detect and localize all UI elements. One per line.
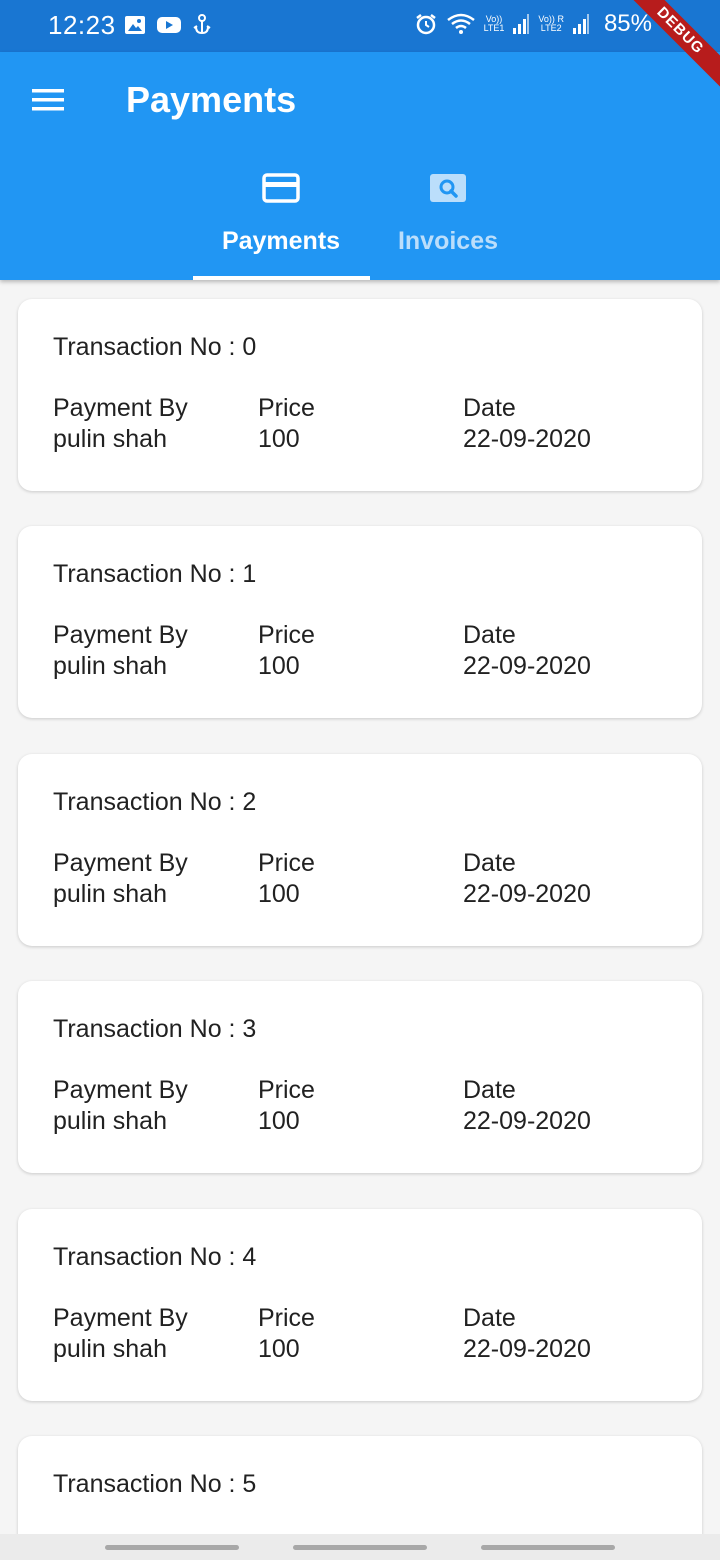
signal-icon bbox=[513, 14, 530, 34]
price-column: Price 100 bbox=[258, 848, 315, 910]
payment-by-value: pulin shah bbox=[53, 1107, 167, 1135]
price-column: Price 100 bbox=[258, 393, 315, 455]
price-value: 100 bbox=[258, 880, 300, 908]
image-icon bbox=[125, 16, 145, 34]
price-value: 100 bbox=[258, 1335, 300, 1363]
home-button[interactable] bbox=[293, 1545, 427, 1550]
status-bar: 12:23 Vo)) LTE1 Vo)) R LTE2 85% bbox=[0, 0, 720, 52]
sim1-bottom: LTE1 bbox=[483, 23, 505, 33]
payment-by-column: Payment By pulin shah bbox=[53, 620, 188, 682]
signal-icon bbox=[572, 14, 589, 34]
date-column: Date 22-09-2020 bbox=[463, 393, 591, 455]
hamburger-menu-icon bbox=[32, 89, 64, 111]
date-value: 22-09-2020 bbox=[463, 1107, 591, 1135]
credit-card-icon bbox=[262, 173, 300, 203]
price-column: Price 100 bbox=[258, 620, 315, 682]
date-label: Date bbox=[463, 1076, 516, 1104]
payment-by-label: Payment By bbox=[53, 1076, 188, 1104]
transaction-card[interactable]: Transaction No : 1 Payment By pulin shah… bbox=[18, 526, 702, 718]
notification-icon bbox=[193, 14, 211, 35]
status-icons-right: Vo)) LTE1 Vo)) R LTE2 85% bbox=[414, 10, 652, 38]
price-column: Price 100 bbox=[258, 1075, 315, 1137]
transaction-card[interactable]: Transaction No : 4 Payment By pulin shah… bbox=[18, 1209, 702, 1401]
menu-button[interactable] bbox=[24, 76, 72, 124]
sim1-label: Vo)) LTE1 bbox=[484, 15, 505, 33]
transaction-title: Transaction No : 5 bbox=[53, 1470, 257, 1498]
transaction-title: Transaction No : 4 bbox=[53, 1243, 257, 1271]
search-icon bbox=[430, 174, 466, 202]
payment-by-column: Payment By pulin shah bbox=[53, 848, 188, 910]
tab-payments[interactable]: Payments bbox=[193, 167, 369, 280]
tab-indicator bbox=[193, 276, 370, 280]
payment-by-label: Payment By bbox=[53, 1304, 188, 1332]
payment-by-value: pulin shah bbox=[53, 652, 167, 680]
payment-by-label: Payment By bbox=[53, 621, 188, 649]
payment-by-column: Payment By pulin shah bbox=[53, 1075, 188, 1137]
recents-button[interactable] bbox=[105, 1545, 239, 1550]
youtube-icon bbox=[157, 17, 181, 33]
tab-payments-label: Payments bbox=[221, 227, 341, 255]
payment-by-value: pulin shah bbox=[53, 425, 167, 453]
price-label: Price bbox=[258, 1304, 315, 1332]
status-icons-left bbox=[124, 14, 212, 36]
price-value: 100 bbox=[258, 1107, 300, 1135]
transaction-title: Transaction No : 0 bbox=[53, 333, 257, 361]
tab-invoices[interactable]: Invoices bbox=[360, 167, 536, 280]
payment-by-value: pulin shah bbox=[53, 1335, 167, 1363]
date-label: Date bbox=[463, 849, 516, 877]
payment-by-column: Payment By pulin shah bbox=[53, 1303, 188, 1365]
transaction-title: Transaction No : 3 bbox=[53, 1015, 257, 1043]
navigation-bar bbox=[0, 1534, 720, 1560]
app-bar: Payments Payments Invoices bbox=[0, 52, 720, 280]
date-value: 22-09-2020 bbox=[463, 880, 591, 908]
alarm-icon bbox=[415, 14, 436, 35]
tab-invoices-label: Invoices bbox=[397, 227, 499, 255]
transaction-card[interactable]: Transaction No : 3 Payment By pulin shah… bbox=[18, 981, 702, 1173]
payment-by-column: Payment By pulin shah bbox=[53, 393, 188, 455]
wifi-icon bbox=[446, 13, 475, 34]
date-value: 22-09-2020 bbox=[463, 1335, 591, 1363]
status-time: 12:23 bbox=[48, 10, 116, 40]
page-title: Payments bbox=[126, 79, 297, 120]
transaction-list[interactable]: Transaction No : 0 Payment By pulin shah… bbox=[0, 280, 720, 1534]
price-value: 100 bbox=[258, 652, 300, 680]
date-column: Date 22-09-2020 bbox=[463, 620, 591, 682]
date-label: Date bbox=[463, 394, 516, 422]
sim2-bottom: LTE2 bbox=[540, 23, 562, 33]
price-value: 100 bbox=[258, 425, 300, 453]
price-column: Price 100 bbox=[258, 1303, 315, 1365]
back-button[interactable] bbox=[481, 1545, 615, 1550]
date-column: Date 22-09-2020 bbox=[463, 1075, 591, 1137]
payment-by-label: Payment By bbox=[53, 849, 188, 877]
date-column: Date 22-09-2020 bbox=[463, 848, 591, 910]
transaction-card[interactable]: Transaction No : 2 Payment By pulin shah… bbox=[18, 754, 702, 946]
date-value: 22-09-2020 bbox=[463, 425, 591, 453]
date-column: Date 22-09-2020 bbox=[463, 1303, 591, 1365]
tab-invoices-icon-wrap bbox=[360, 173, 536, 203]
date-value: 22-09-2020 bbox=[463, 652, 591, 680]
transaction-title: Transaction No : 2 bbox=[53, 788, 257, 816]
payment-by-label: Payment By bbox=[53, 394, 188, 422]
date-label: Date bbox=[463, 621, 516, 649]
sim2-label: Vo)) R LTE2 bbox=[538, 15, 564, 33]
payment-by-value: pulin shah bbox=[53, 880, 167, 908]
transaction-title: Transaction No : 1 bbox=[53, 560, 257, 588]
tab-payments-icon-wrap bbox=[193, 173, 369, 203]
price-label: Price bbox=[258, 621, 315, 649]
price-label: Price bbox=[258, 1076, 315, 1104]
price-label: Price bbox=[258, 849, 315, 877]
date-label: Date bbox=[463, 1304, 516, 1332]
transaction-card[interactable]: Transaction No : 5 bbox=[18, 1436, 702, 1534]
transaction-card[interactable]: Transaction No : 0 Payment By pulin shah… bbox=[18, 299, 702, 491]
battery-level: 85% bbox=[603, 10, 652, 37]
price-label: Price bbox=[258, 394, 315, 422]
